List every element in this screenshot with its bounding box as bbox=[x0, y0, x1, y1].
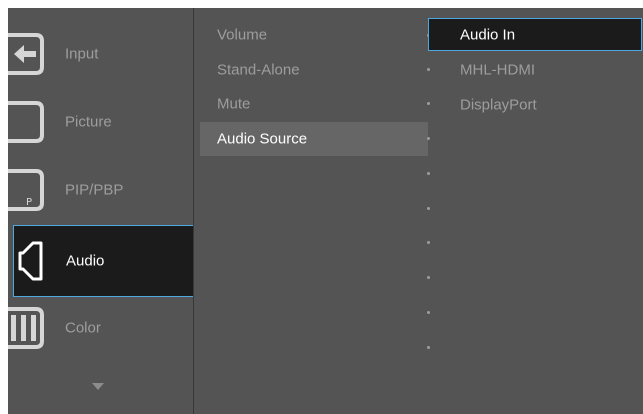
submenu-item-label: Mute bbox=[217, 95, 251, 113]
option-item-audio-in[interactable]: Audio In bbox=[428, 18, 642, 51]
separator-dot bbox=[427, 172, 430, 175]
option-item-label: MHL-HDMI bbox=[460, 61, 535, 78]
separator-dot bbox=[427, 276, 430, 279]
separator-dot bbox=[427, 241, 430, 244]
osd-menu: Input Picture P PIP/PBP Audio Color Volu… bbox=[8, 8, 643, 414]
audio-icon bbox=[18, 241, 43, 281]
option-item-mhl-hdmi[interactable]: MHL-HDMI bbox=[428, 53, 642, 86]
submenu-item-mute[interactable]: Mute bbox=[200, 87, 428, 121]
main-menu-item-picture[interactable]: Picture bbox=[8, 87, 193, 157]
submenu-item-volume[interactable]: Volume bbox=[200, 18, 428, 52]
main-menu-item-color[interactable]: Color bbox=[8, 293, 193, 363]
color-icon bbox=[8, 307, 44, 349]
main-menu-item-label: PIP/PBP bbox=[65, 181, 124, 199]
main-menu-item-input[interactable]: Input bbox=[8, 19, 193, 89]
submenu-item-audio-source[interactable]: Audio Source bbox=[200, 122, 428, 156]
svg-text:P: P bbox=[26, 197, 32, 208]
submenu-item-label: Audio Source bbox=[217, 130, 308, 148]
option-item-displayport[interactable]: DisplayPort bbox=[428, 88, 642, 121]
option-item-label: Audio In bbox=[460, 26, 516, 43]
menu-divider bbox=[193, 8, 194, 414]
main-menu-item-label: Audio bbox=[66, 252, 105, 270]
main-menu-item-label: Color bbox=[65, 319, 101, 337]
main-menu-item-label: Input bbox=[65, 45, 99, 63]
separator-dot bbox=[427, 346, 430, 349]
submenu-item-label: Volume bbox=[217, 26, 268, 44]
separator-dot bbox=[427, 311, 430, 314]
submenu-item-label: Stand-Alone bbox=[217, 61, 300, 79]
option-item-label: DisplayPort bbox=[460, 96, 537, 113]
chevron-down-icon[interactable] bbox=[92, 383, 104, 390]
pip-pbp-icon: P bbox=[8, 169, 44, 211]
submenu-item-stand-alone[interactable]: Stand-Alone bbox=[200, 53, 428, 87]
picture-icon bbox=[8, 101, 44, 143]
separator-dot bbox=[427, 137, 430, 140]
input-icon bbox=[8, 33, 44, 75]
separator-dot bbox=[427, 207, 430, 210]
main-menu: Input Picture P PIP/PBP Audio Color bbox=[8, 8, 194, 414]
main-menu-item-audio[interactable]: Audio bbox=[13, 225, 194, 297]
main-menu-item-pip-pbp[interactable]: P PIP/PBP bbox=[8, 155, 193, 225]
main-menu-item-label: Picture bbox=[65, 113, 112, 131]
